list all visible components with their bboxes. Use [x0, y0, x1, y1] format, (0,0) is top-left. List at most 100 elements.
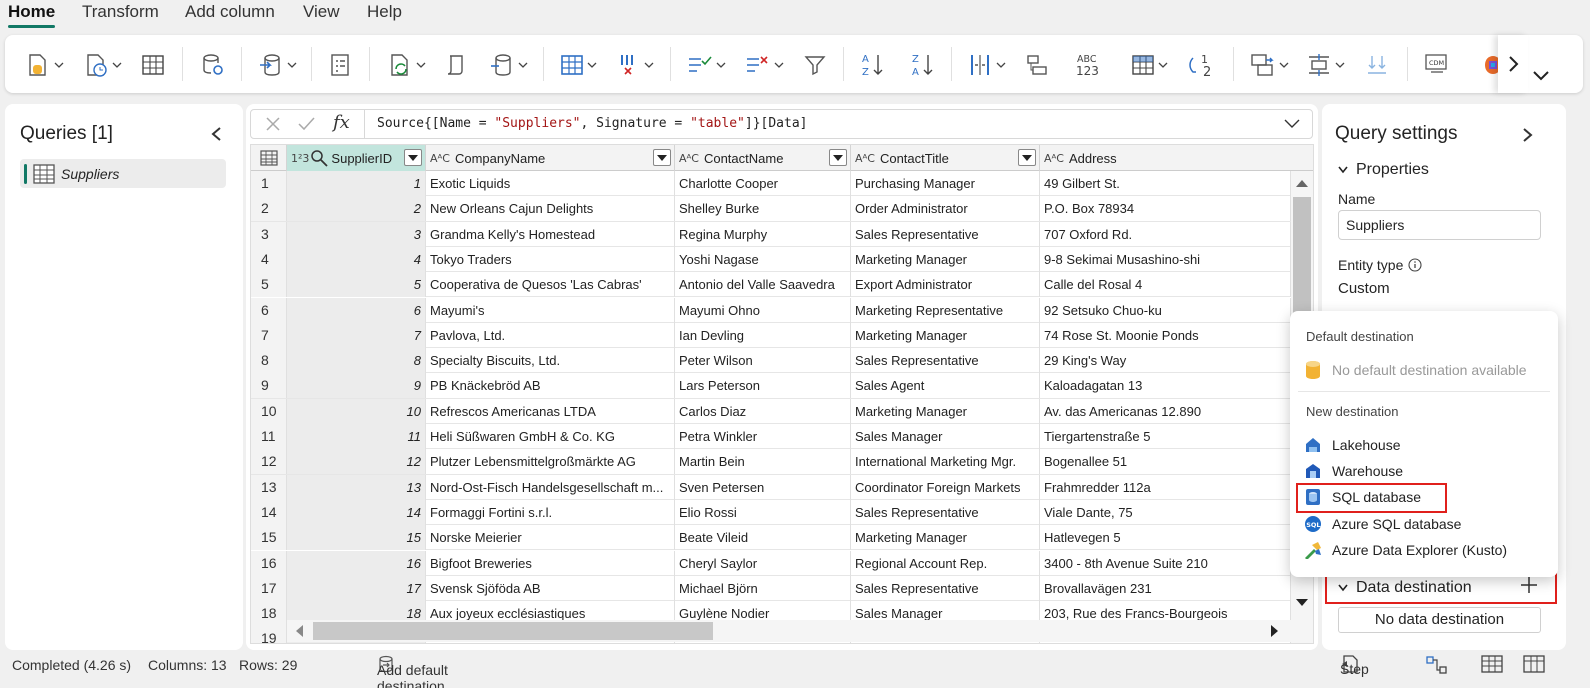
cell-contacttitle[interactable]: Order Administrator [851, 196, 1040, 222]
ribbon-expand-button[interactable] [1532, 70, 1550, 85]
cell-companyname[interactable]: Specialty Biscuits, Ltd. [426, 348, 675, 374]
table-row[interactable]: 11 11 Heli Süßwaren GmbH & Co. KG Petra Win… [251, 424, 1291, 450]
table-row[interactable]: 4 4 Tokyo Traders Yoshi Nagase Marketing Man… [251, 246, 1291, 273]
table-row[interactable]: 6 6 Mayumi's Mayumi Ohno Marketing Represent… [251, 297, 1291, 323]
expand-formula-button[interactable] [1284, 117, 1300, 132]
text-type-icon[interactable]: AᴬC [430, 152, 450, 165]
cell-contactname[interactable]: Martin Bein [675, 449, 851, 475]
cell-contactname[interactable]: Beate Vileid [675, 525, 851, 551]
cell-address[interactable]: 74 Rose St. Moonie Ponds [1040, 322, 1291, 348]
cell-contacttitle[interactable]: Regional Account Rep. [851, 550, 1040, 576]
enter-data-button[interactable] [141, 49, 165, 81]
manage-connections-button[interactable] [258, 49, 297, 81]
formula-code[interactable]: Source{[Name = "Suppliers", Signature = … [377, 116, 808, 131]
cell-address[interactable]: 3400 - 8th Avenue Suite 210 [1040, 550, 1291, 576]
cell-contacttitle[interactable]: Purchasing Manager [851, 171, 1040, 196]
cell-supplierid[interactable]: 1 [287, 171, 426, 196]
diagram-view-button[interactable] [1426, 655, 1448, 678]
azure-sql-database-option[interactable]: SQL Azure SQL database [1304, 515, 1461, 533]
cell-address[interactable]: 92 Setsuko Chuo-ku [1040, 297, 1291, 323]
table-row[interactable]: 9 9 PB Knäckebröd AB Lars Peterson Sales Age… [251, 373, 1291, 399]
cell-address[interactable]: P.O. Box 78934 [1040, 196, 1291, 222]
row-number[interactable]: 3 [251, 221, 287, 247]
row-number[interactable]: 10 [251, 398, 287, 424]
row-number[interactable]: 1 [251, 171, 287, 196]
row-number[interactable]: 19 [251, 626, 287, 643]
row-number[interactable]: 4 [251, 246, 287, 272]
cell-companyname[interactable]: Grandma Kelly's Homestead [426, 221, 675, 247]
table-row[interactable]: 1 1 Exotic Liquids Charlotte Cooper Purchasi… [251, 171, 1291, 197]
cell-supplierid[interactable]: 14 [287, 499, 426, 525]
column-header-contacttitle[interactable]: AᴬC ContactTitle [851, 145, 1040, 171]
cell-contacttitle[interactable]: Sales Representative [851, 575, 1040, 601]
cell-contactname[interactable]: Yoshi Nagase [675, 246, 851, 272]
cell-contacttitle[interactable]: Sales Representative [851, 499, 1040, 525]
cell-supplierid[interactable]: 10 [287, 398, 426, 424]
cell-contactname[interactable]: Lars Peterson [675, 373, 851, 399]
cell-address[interactable]: Bogenallee 51 [1040, 449, 1291, 475]
cell-supplierid[interactable]: 12 [287, 449, 426, 475]
row-number[interactable]: 5 [251, 272, 287, 298]
advanced-editor-button[interactable] [443, 49, 467, 81]
table-row[interactable]: 14 14 Formaggi Fortini s.r.l. Elio Rossi Sal… [251, 499, 1291, 526]
cancel-formula-icon[interactable] [265, 116, 281, 132]
cell-contactname[interactable]: Michael Björn [675, 575, 851, 601]
row-number[interactable]: 8 [251, 348, 287, 374]
cell-contacttitle[interactable]: Export Administrator [851, 272, 1040, 298]
column-header-companyname[interactable]: AᴬC CompanyName [426, 145, 675, 171]
column-filter-button[interactable] [1018, 149, 1036, 166]
get-data-button[interactable] [25, 49, 64, 81]
column-header-supplierid[interactable]: 1²3 SupplierID [287, 145, 426, 171]
refresh-button[interactable] [387, 49, 426, 81]
choose-data-button[interactable] [489, 49, 528, 81]
row-number[interactable]: 18 [251, 601, 287, 627]
cell-supplierid[interactable]: 16 [287, 550, 426, 576]
map-to-entity-button[interactable]: CDM [1423, 49, 1449, 81]
cell-contacttitle[interactable]: Marketing Manager [851, 322, 1040, 348]
scroll-down-icon[interactable] [1296, 599, 1308, 607]
scroll-left-icon[interactable] [295, 625, 303, 637]
properties-section-toggle[interactable]: Properties [1338, 161, 1429, 179]
cell-supplierid[interactable]: 8 [287, 348, 426, 374]
cell-address[interactable]: Av. das Americanas 12.890 [1040, 398, 1291, 424]
cell-contacttitle[interactable]: Coordinator Foreign Markets [851, 474, 1040, 500]
cell-companyname[interactable]: Mayumi's [426, 297, 675, 323]
vertical-scroll-thumb[interactable] [1293, 197, 1311, 317]
table-row[interactable]: 16 16 Bigfoot Breweries Cheryl Saylor Region… [251, 550, 1291, 576]
cell-contacttitle[interactable]: Marketing Representative [851, 297, 1040, 323]
tab-help[interactable]: Help [367, 2, 402, 22]
cell-supplierid[interactable]: 5 [287, 272, 426, 298]
choose-columns-button[interactable] [560, 49, 597, 81]
cell-contactname[interactable]: Mayumi Ohno [675, 297, 851, 323]
cell-companyname[interactable]: Bigfoot Breweries [426, 550, 675, 576]
cell-companyname[interactable]: Formaggi Fortini s.r.l. [426, 499, 675, 525]
no-data-destination-box[interactable]: No data destination [1338, 607, 1541, 633]
cell-address[interactable]: Frahmredder 112a [1040, 474, 1291, 500]
cell-address[interactable]: Kaloadagatan 13 [1040, 373, 1291, 399]
manage-parameters-button[interactable] [328, 49, 352, 81]
split-column-button[interactable] [967, 49, 1006, 81]
cell-contacttitle[interactable]: Sales Agent [851, 373, 1040, 399]
cell-companyname[interactable]: Heli Süßwaren GmbH & Co. KG [426, 424, 675, 449]
scroll-right-icon[interactable] [1271, 625, 1279, 637]
append-queries-button[interactable] [1306, 49, 1345, 81]
cell-address[interactable]: Brovallavägen 231 [1040, 575, 1291, 601]
group-by-button[interactable] [1025, 49, 1049, 81]
table-row[interactable]: 13 13 Nord-Ost-Fisch Handelsgesellschaft m… [251, 474, 1291, 500]
cell-contactname[interactable]: Petra Winkler [675, 424, 851, 449]
cell-supplierid[interactable]: 13 [287, 474, 426, 500]
tab-add-column[interactable]: Add column [185, 2, 275, 22]
table-row[interactable]: 7 7 Pavlova, Ltd. Ian Devling Marketing Mana… [251, 322, 1291, 349]
cell-contactname[interactable]: Ian Devling [675, 322, 851, 348]
table-row[interactable]: 5 5 Cooperativa de Quesos 'Las Cabras' Anto… [251, 272, 1291, 298]
row-number[interactable]: 2 [251, 196, 287, 222]
cell-contactname[interactable]: Sven Petersen [675, 474, 851, 500]
cell-contacttitle[interactable]: Marketing Manager [851, 525, 1040, 551]
schema-view-button[interactable] [1523, 654, 1545, 677]
table-row[interactable]: 8 8 Specialty Biscuits, Ltd. Peter Wilson Sa… [251, 348, 1291, 374]
cell-contacttitle[interactable]: Sales Representative [851, 221, 1040, 247]
text-type-icon[interactable]: AᴬC [679, 152, 699, 165]
cell-contactname[interactable]: Shelley Burke [675, 196, 851, 222]
text-type-icon[interactable]: AᴬC [855, 152, 875, 165]
query-item-suppliers[interactable]: Suppliers [20, 159, 226, 188]
